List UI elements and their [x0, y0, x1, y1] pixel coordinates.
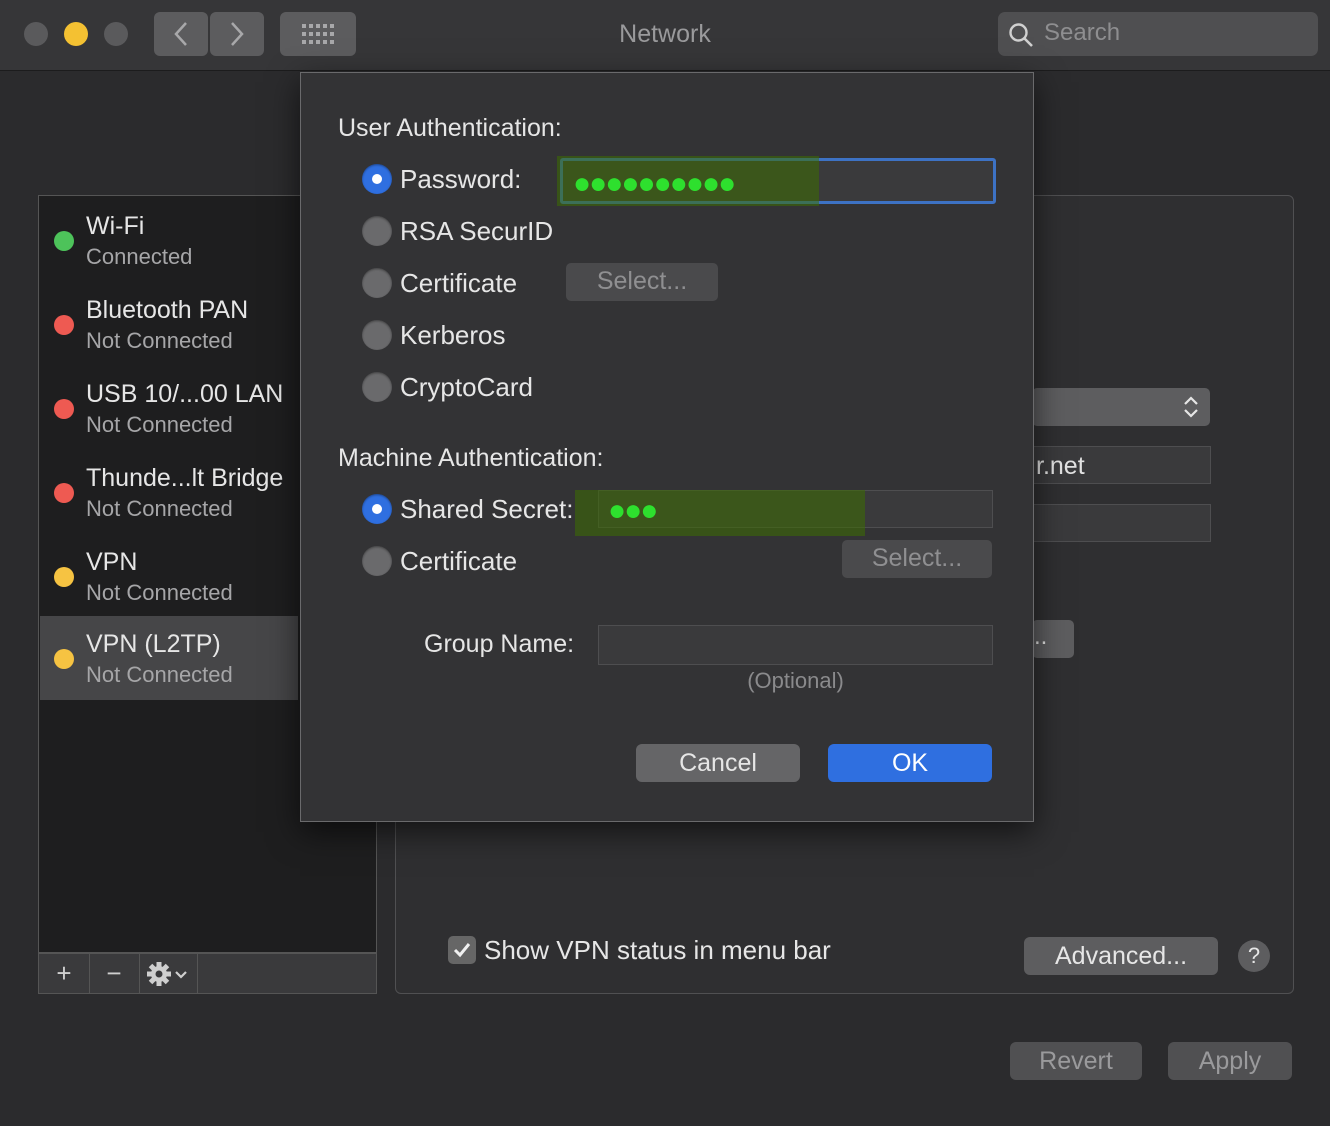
service-name: Bluetooth PAN [86, 296, 249, 324]
show-all-button[interactable] [280, 12, 356, 56]
group-name-label: Group Name: [424, 630, 575, 658]
status-dot [54, 399, 74, 419]
rsa-securid-label: RSA SecurID [400, 216, 554, 246]
minimize-button[interactable] [64, 22, 88, 46]
search-icon [1009, 23, 1033, 47]
cryptocard-label: CryptoCard [400, 372, 533, 402]
password-radio[interactable] [362, 164, 392, 194]
configuration-popup[interactable] [1032, 388, 1210, 426]
service-item-usb-lan[interactable]: USB 10/...00 LAN Not Connected [40, 366, 298, 450]
advanced-button[interactable]: Advanced... [1024, 937, 1218, 975]
service-name: USB 10/...00 LAN [86, 380, 284, 408]
machine-certificate-radio[interactable] [362, 546, 392, 576]
action-menu-button[interactable] [139, 954, 198, 993]
user-certificate-label: Certificate [400, 268, 518, 298]
remove-service-button[interactable]: − [89, 954, 140, 993]
service-status: Not Connected [86, 328, 233, 353]
plus-icon: + [56, 958, 72, 988]
service-item-bluetooth-pan[interactable]: Bluetooth PAN Not Connected [40, 282, 298, 366]
minus-icon: − [106, 958, 122, 988]
group-name-hint: (Optional) [747, 668, 844, 693]
window-title: Network [619, 20, 711, 48]
password-radio-label: Password: [400, 164, 522, 194]
service-name: Thunde...lt Bridge [86, 464, 284, 492]
close-button[interactable] [24, 22, 48, 46]
service-status: Not Connected [86, 580, 233, 605]
service-status: Not Connected [86, 412, 233, 437]
cancel-button[interactable]: Cancel [636, 744, 800, 782]
add-service-button[interactable]: + [39, 954, 90, 993]
service-name: VPN (L2TP) [86, 630, 221, 658]
password-value: ●●●●●●●●●● [573, 167, 736, 200]
kerberos-radio[interactable] [362, 320, 392, 350]
server-address-value: r.net [1036, 452, 1085, 480]
service-item-vpn[interactable]: VPN Not Connected [40, 534, 298, 618]
ok-button[interactable]: OK [828, 744, 992, 782]
chevron-left-icon [174, 22, 187, 46]
rsa-securid-radio[interactable] [362, 216, 392, 246]
service-item-thunderbolt-bridge[interactable]: Thunde...lt Bridge Not Connected [40, 450, 298, 534]
service-name: Wi-Fi [86, 212, 145, 240]
cryptocard-radio[interactable] [362, 372, 392, 402]
group-name-field[interactable] [598, 625, 993, 665]
machine-certificate-select-button[interactable]: Select... [842, 540, 992, 578]
status-dot [54, 649, 74, 669]
apply-button[interactable]: Apply [1168, 1042, 1292, 1080]
service-name: VPN [86, 548, 138, 576]
machine-certificate-label: Certificate [400, 546, 518, 576]
revert-button[interactable]: Revert [1010, 1042, 1142, 1080]
shared-secret-label: Shared Secret: [400, 494, 574, 524]
authentication-settings-button[interactable]: .. [1032, 620, 1074, 658]
show-vpn-status-checkbox[interactable] [448, 936, 476, 964]
user-authentication-label: User Authentication: [338, 114, 562, 142]
kerberos-label: Kerberos [400, 320, 506, 350]
shared-secret-value: ●●● [608, 494, 658, 527]
zoom-button[interactable] [104, 22, 128, 46]
shared-secret-radio[interactable] [362, 494, 392, 524]
service-status: Not Connected [86, 662, 233, 687]
gear-icon [147, 961, 187, 986]
status-dot [54, 567, 74, 587]
show-vpn-status-label: Show VPN status in menu bar [484, 935, 831, 965]
checkmark-icon [453, 943, 471, 958]
help-button[interactable]: ? [1238, 940, 1270, 972]
user-certificate-radio[interactable] [362, 268, 392, 298]
updown-chevron-icon [1184, 396, 1198, 418]
password-field[interactable]: ●●●●●●●●●● [557, 156, 996, 206]
search-placeholder: Search [1044, 19, 1121, 46]
service-item-wifi[interactable]: Wi-Fi Connected [40, 198, 298, 282]
status-dot [54, 315, 74, 335]
forward-button[interactable] [210, 12, 264, 56]
service-status: Connected [86, 244, 193, 269]
status-dot [54, 483, 74, 503]
grid-icon [302, 24, 334, 44]
account-name-field[interactable] [1032, 504, 1211, 542]
user-certificate-select-button[interactable]: Select... [566, 263, 718, 301]
machine-authentication-label: Machine Authentication: [338, 444, 604, 472]
service-status: Not Connected [86, 496, 233, 521]
service-item-vpn-l2tp[interactable]: VPN (L2TP) Not Connected [40, 616, 298, 700]
back-button[interactable] [154, 12, 208, 56]
status-dot [54, 231, 74, 251]
chevron-right-icon [231, 22, 244, 46]
